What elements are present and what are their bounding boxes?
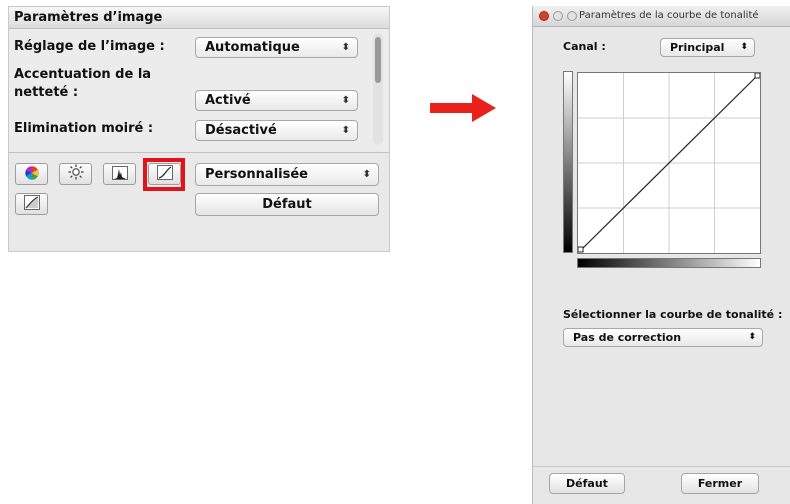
preset-select[interactable]: Personnalisée ⬍ [195,163,379,186]
select-arrows-icon: ⬍ [740,42,748,52]
select-arrows-icon: ⬍ [341,125,350,136]
histogram-icon [111,165,128,184]
histogram-button[interactable] [103,163,136,185]
moire-label: Elimination moiré : [14,121,154,136]
select-curve-label: Sélectionner la courbe de tonalité : [563,308,783,321]
image-adjustment-value: Automatique [205,40,300,55]
channel-label: Canal : [563,40,606,53]
channel-select[interactable]: Principal ⬍ [660,38,755,57]
preset-value: Personnalisée [205,167,308,182]
tone-curve-highlight [143,158,185,191]
default-button[interactable]: Défaut [195,193,379,216]
color-balance-button[interactable] [15,163,48,185]
final-review-icon [23,194,40,214]
vertical-scrollbar[interactable] [373,33,383,145]
right-arrow-icon [430,94,496,126]
sharpening-label-line2: netteté : [14,85,79,100]
tone-curve-value: Pas de correction [573,331,682,344]
tone-curve-graph[interactable] [577,72,761,254]
channel-value: Principal [670,41,725,54]
select-arrows-icon: ⬍ [748,332,756,342]
adjustment-toolbar: Personnalisée ⬍ Défaut [9,153,389,251]
dialog-title-bar: Paramètres de la courbe de tonalité [533,6,790,27]
settings-scroll-area: Réglage de l’image : Automatique ⬍ Accen… [9,30,389,152]
close-window-icon[interactable] [539,11,549,21]
moire-value: Désactivé [205,123,277,138]
select-arrows-icon: ⬍ [362,169,371,180]
tone-curve-dialog: Paramètres de la courbe de tonalité Cana… [532,6,790,504]
moire-select[interactable]: Désactivé ⬍ [195,120,358,141]
close-button[interactable]: Fermer [681,473,759,494]
dialog-default-button[interactable]: Défaut [549,473,625,494]
select-arrows-icon: ⬍ [341,95,350,106]
panel-title: Paramètres d’image [9,7,389,29]
input-gradient-bar [577,258,761,268]
sharpening-label-line1: Accentuation de la [14,67,152,82]
dialog-footer-divider [533,466,790,467]
minimize-window-icon[interactable] [553,11,563,21]
dialog-title: Paramètres de la courbe de tonalité [579,10,759,21]
tone-curve-select[interactable]: Pas de correction ⬍ [563,328,763,347]
final-review-button[interactable] [15,193,48,215]
image-adjustment-select[interactable]: Automatique ⬍ [195,37,358,58]
brightness-icon [68,164,84,184]
output-gradient-bar [563,71,573,253]
image-adjustment-label: Réglage de l’image : [14,39,165,54]
zoom-window-icon[interactable] [567,11,577,21]
sharpening-select[interactable]: Activé ⬍ [195,90,358,111]
image-settings-panel: Paramètres d’image Réglage de l’image : … [8,6,390,252]
select-arrows-icon: ⬍ [341,42,350,53]
brightness-contrast-button[interactable] [59,163,92,185]
sharpening-value: Activé [205,93,251,108]
scrollbar-thumb[interactable] [375,37,381,83]
color-balance-icon [24,165,39,184]
